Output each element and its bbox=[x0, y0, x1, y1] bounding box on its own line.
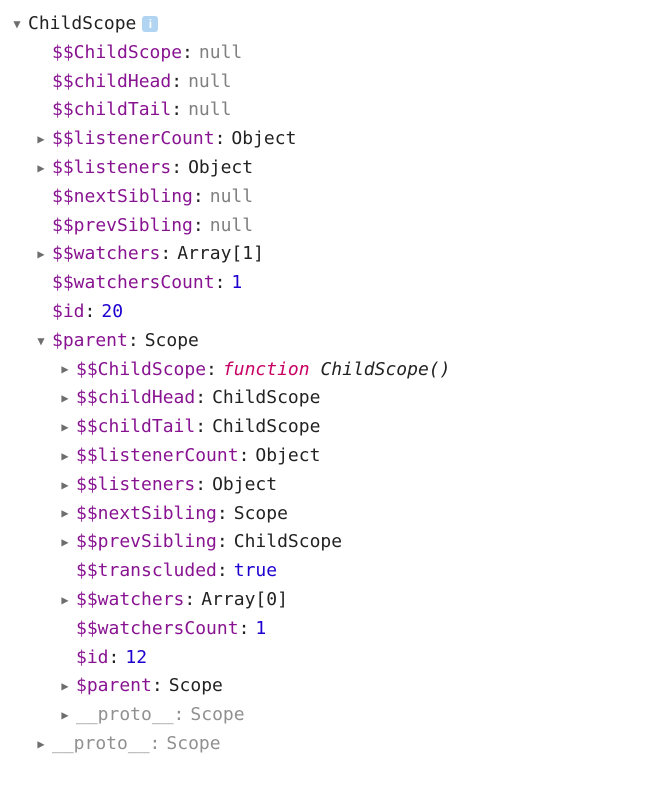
prop-value: 20 bbox=[101, 298, 123, 327]
tree-row[interactable]: ▼ ChildScope i bbox=[10, 10, 669, 39]
prop-value: function ChildScope() bbox=[223, 356, 451, 385]
prop-name: $$listenerCount bbox=[76, 442, 239, 471]
tree-row[interactable]: ▶ $$watchersCount: 1 bbox=[10, 269, 669, 298]
prop-name: $$watchersCount bbox=[76, 615, 239, 644]
prop-name: $$listenerCount bbox=[52, 125, 215, 154]
chevron-right-icon[interactable]: ▶ bbox=[58, 360, 72, 379]
tree-row[interactable]: ▶ $$childTail: null bbox=[10, 96, 669, 125]
chevron-right-icon[interactable]: ▶ bbox=[58, 476, 72, 495]
chevron-right-icon[interactable]: ▶ bbox=[34, 735, 48, 754]
chevron-down-icon[interactable]: ▼ bbox=[10, 15, 24, 34]
chevron-right-icon[interactable]: ▶ bbox=[58, 706, 72, 725]
prop-name: $$nextSibling bbox=[52, 183, 193, 212]
tree-row[interactable]: ▶ $$childHead: ChildScope bbox=[10, 384, 669, 413]
tree-row[interactable]: ▶ $$childHead: null bbox=[10, 68, 669, 97]
root-label: ChildScope bbox=[28, 10, 136, 39]
prop-value: Scope bbox=[169, 672, 223, 701]
prop-name: $$watchers bbox=[52, 240, 160, 269]
tree-row[interactable]: ▶ $$listeners: Object bbox=[10, 154, 669, 183]
tree-row[interactable]: ▶ $id: 12 bbox=[10, 644, 669, 673]
chevron-right-icon[interactable]: ▶ bbox=[34, 159, 48, 178]
prop-value: null bbox=[199, 39, 242, 68]
prop-value: Object bbox=[212, 471, 277, 500]
tree-row[interactable]: ▼ $parent: Scope bbox=[10, 327, 669, 356]
tree-row[interactable]: ▶ $$prevSibling: ChildScope bbox=[10, 528, 669, 557]
tree-row[interactable]: ▶ $$transcluded: true bbox=[10, 557, 669, 586]
prop-name: $$watchers bbox=[76, 586, 184, 615]
tree-row[interactable]: ▶ $$watchers: Array[1] bbox=[10, 240, 669, 269]
prop-value: Object bbox=[231, 125, 296, 154]
chevron-right-icon[interactable]: ▶ bbox=[58, 389, 72, 408]
prop-name: $$childTail bbox=[52, 96, 171, 125]
chevron-right-icon[interactable]: ▶ bbox=[58, 418, 72, 437]
prop-value: Array[1] bbox=[177, 240, 264, 269]
chevron-right-icon[interactable]: ▶ bbox=[58, 504, 72, 523]
tree-row[interactable]: ▶ $$nextSibling: Scope bbox=[10, 500, 669, 529]
tree-row[interactable]: ▶ $$listeners: Object bbox=[10, 471, 669, 500]
tree-row[interactable]: ▶ $parent: Scope bbox=[10, 672, 669, 701]
prop-name: __proto__ bbox=[52, 730, 150, 759]
chevron-right-icon[interactable]: ▶ bbox=[58, 533, 72, 552]
chevron-down-icon[interactable]: ▼ bbox=[34, 332, 48, 351]
prop-value: 1 bbox=[231, 269, 242, 298]
tree-row[interactable]: ▶ __proto__: Scope bbox=[10, 701, 669, 730]
prop-value: ChildScope bbox=[212, 413, 320, 442]
function-name: ChildScope() bbox=[320, 359, 450, 380]
prop-value: null bbox=[188, 68, 231, 97]
prop-value: ChildScope bbox=[234, 528, 342, 557]
prop-value: 12 bbox=[125, 644, 147, 673]
prop-name: $parent bbox=[52, 327, 128, 356]
prop-name: $$childHead bbox=[52, 68, 171, 97]
chevron-right-icon[interactable]: ▶ bbox=[58, 591, 72, 610]
prop-value: Scope bbox=[166, 730, 220, 759]
tree-row[interactable]: ▶ $$listenerCount: Object bbox=[10, 125, 669, 154]
function-keyword: function bbox=[223, 359, 310, 380]
chevron-right-icon[interactable]: ▶ bbox=[58, 447, 72, 466]
prop-name: $$ChildScope bbox=[76, 356, 206, 385]
tree-row[interactable]: ▶ $$ChildScope: function ChildScope() bbox=[10, 356, 669, 385]
prop-value: Scope bbox=[234, 500, 288, 529]
prop-name: $parent bbox=[76, 672, 152, 701]
prop-value: ChildScope bbox=[212, 384, 320, 413]
prop-value: Scope bbox=[190, 701, 244, 730]
prop-name: $$nextSibling bbox=[76, 500, 217, 529]
tree-row[interactable]: ▶ $$prevSibling: null bbox=[10, 212, 669, 241]
info-icon[interactable]: i bbox=[142, 16, 158, 32]
prop-value: true bbox=[234, 557, 277, 586]
prop-name: $$ChildScope bbox=[52, 39, 182, 68]
prop-name: $$prevSibling bbox=[76, 528, 217, 557]
prop-name: __proto__ bbox=[76, 701, 174, 730]
prop-value: 1 bbox=[255, 615, 266, 644]
chevron-right-icon[interactable]: ▶ bbox=[58, 677, 72, 696]
chevron-right-icon[interactable]: ▶ bbox=[34, 245, 48, 264]
tree-row[interactable]: ▶ $$listenerCount: Object bbox=[10, 442, 669, 471]
prop-value: null bbox=[210, 212, 253, 241]
prop-name: $$prevSibling bbox=[52, 212, 193, 241]
prop-value: Object bbox=[188, 154, 253, 183]
prop-value: Array[0] bbox=[201, 586, 288, 615]
tree-row[interactable]: ▶ $id: 20 bbox=[10, 298, 669, 327]
tree-row[interactable]: ▶ $$watchers: Array[0] bbox=[10, 586, 669, 615]
prop-value: null bbox=[188, 96, 231, 125]
prop-value: Scope bbox=[145, 327, 199, 356]
tree-row[interactable]: ▶ $$ChildScope: null bbox=[10, 39, 669, 68]
prop-name: $$childHead bbox=[76, 384, 195, 413]
prop-name: $$watchersCount bbox=[52, 269, 215, 298]
chevron-right-icon[interactable]: ▶ bbox=[34, 130, 48, 149]
tree-row[interactable]: ▶ __proto__: Scope bbox=[10, 730, 669, 759]
prop-value: null bbox=[210, 183, 253, 212]
prop-name: $$listeners bbox=[52, 154, 171, 183]
prop-name: $id bbox=[76, 644, 109, 673]
prop-name: $$childTail bbox=[76, 413, 195, 442]
tree-row[interactable]: ▶ $$childTail: ChildScope bbox=[10, 413, 669, 442]
prop-name: $id bbox=[52, 298, 85, 327]
prop-value: Object bbox=[255, 442, 320, 471]
tree-row[interactable]: ▶ $$watchersCount: 1 bbox=[10, 615, 669, 644]
prop-name: $$listeners bbox=[76, 471, 195, 500]
tree-row[interactable]: ▶ $$nextSibling: null bbox=[10, 183, 669, 212]
prop-name: $$transcluded bbox=[76, 557, 217, 586]
